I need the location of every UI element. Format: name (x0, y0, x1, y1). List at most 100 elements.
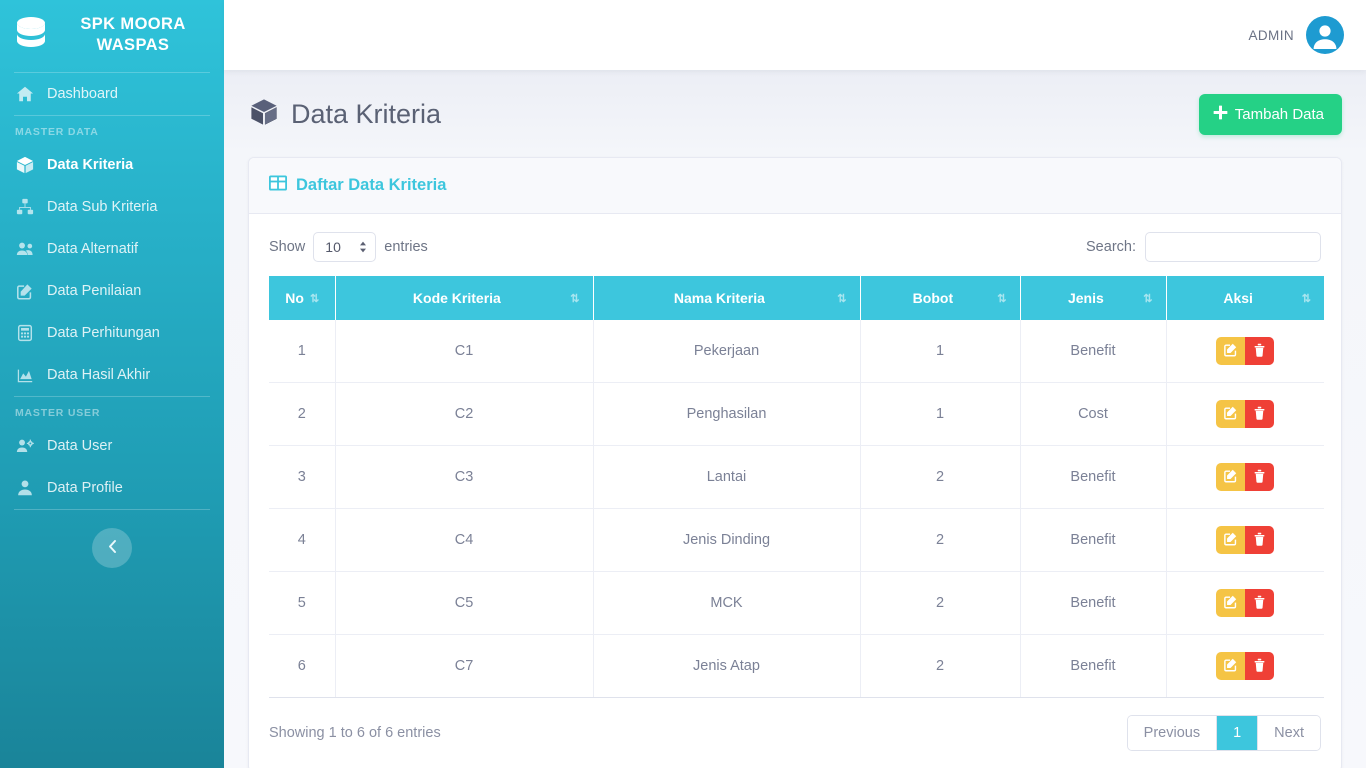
sidebar-item-data-profile[interactable]: Data Profile (0, 467, 224, 509)
sort-updown-icon: ⇅ (997, 292, 1006, 305)
users-icon (15, 239, 35, 259)
table-head: No ⇅ Kode Kriteria ⇅ Nama Kriteria ⇅ Bob… (269, 276, 1324, 320)
cell-no: 1 (269, 320, 336, 383)
sidebar-item-label: Data Kriteria (47, 157, 134, 174)
table-row: 1 C1 Pekerjaan 1 Benefit (269, 320, 1324, 383)
sidebar-item-label: Data Sub Kriteria (47, 199, 158, 216)
page-length-select[interactable]: 10 25 50 100 (313, 232, 377, 262)
cell-no: 5 (269, 571, 336, 635)
cell-bobot: 1 (860, 320, 1021, 383)
table-body: 1 C1 Pekerjaan 1 Benefit 2 C2 Penghasila… (269, 320, 1324, 698)
sitemap-icon (15, 197, 35, 217)
column-header-nama-kriteria[interactable]: Nama Kriteria ⇅ (593, 276, 861, 320)
sidebar-item-data-kriteria[interactable]: Data Kriteria (0, 144, 224, 186)
edit-button[interactable] (1216, 652, 1246, 680)
action-buttons (1216, 652, 1275, 680)
cell-aksi (1166, 320, 1324, 383)
sidebar-item-data-perhitungan[interactable]: Data Perhitungan (0, 312, 224, 354)
cell-no: 3 (269, 445, 336, 509)
cell-kode: C7 (335, 634, 594, 698)
pagination-previous[interactable]: Previous (1127, 716, 1218, 750)
edit-button[interactable] (1216, 463, 1246, 491)
delete-button[interactable] (1245, 526, 1275, 554)
card-body: Show 10 25 50 100 (249, 214, 1341, 768)
pagination-page-1[interactable]: 1 (1217, 716, 1259, 750)
delete-button[interactable] (1245, 652, 1275, 680)
sidebar-item-dashboard[interactable]: Dashboard (0, 73, 224, 115)
cell-bobot: 2 (860, 571, 1021, 635)
sidebar-item-data-user[interactable]: Data User (0, 425, 224, 467)
sort-updown-icon: ⇅ (837, 292, 846, 305)
delete-button[interactable] (1245, 589, 1275, 617)
sidebar-item-data-penilaian[interactable]: Data Penilaian (0, 270, 224, 312)
add-data-label: Tambah Data (1234, 106, 1324, 123)
sidebar-item-data-hasil-akhir[interactable]: Data Hasil Akhir (0, 354, 224, 396)
cell-jenis: Benefit (1020, 571, 1167, 635)
edit-button[interactable] (1216, 400, 1246, 428)
cell-nama: Jenis Dinding (593, 508, 861, 572)
cell-aksi (1166, 445, 1324, 509)
search-label: Search: (1086, 239, 1136, 255)
brand[interactable]: SPK MOORA WASPAS (0, 0, 224, 72)
topbar: ADMIN (224, 0, 1366, 70)
cell-jenis: Cost (1020, 382, 1167, 446)
column-label: Jenis (1067, 290, 1104, 306)
card-header-title: Daftar Data Kriteria (296, 176, 447, 194)
cell-kode: C5 (335, 571, 594, 635)
sort-updown-icon: ⇅ (1301, 292, 1311, 305)
column-header-no[interactable]: No ⇅ (269, 276, 336, 320)
sidebar-item-data-sub-kriteria[interactable]: Data Sub Kriteria (0, 186, 224, 228)
edit-pencil-icon (1223, 468, 1238, 486)
app-root: SPK MOORA WASPAS Dashboard MASTER DATA D… (0, 0, 1366, 768)
sidebar: SPK MOORA WASPAS Dashboard MASTER DATA D… (0, 0, 224, 768)
edit-button[interactable] (1216, 337, 1246, 365)
pagination: Previous 1 Next (1126, 715, 1321, 751)
sidebar-item-label: Data User (47, 438, 113, 455)
sidebar-item-label: Data Penilaian (47, 283, 142, 300)
pagination-next[interactable]: Next (1258, 716, 1320, 750)
cell-nama: MCK (593, 571, 861, 635)
cell-aksi (1166, 508, 1324, 572)
edit-pencil-icon (1223, 531, 1238, 549)
cell-kode: C1 (335, 320, 594, 383)
cell-bobot: 2 (860, 508, 1021, 572)
sidebar-item-data-alternatif[interactable]: Data Alternatif (0, 228, 224, 270)
column-header-aksi[interactable]: Aksi ⇅ (1166, 276, 1324, 320)
edit-pencil-icon (1223, 405, 1238, 423)
column-header-kode-kriteria[interactable]: Kode Kriteria ⇅ (335, 276, 594, 320)
avatar[interactable] (1306, 16, 1344, 54)
cell-nama: Pekerjaan (593, 320, 861, 383)
cell-bobot: 2 (860, 445, 1021, 509)
datatable-info: Showing 1 to 6 of 6 entries (269, 725, 441, 741)
edit-button[interactable] (1216, 589, 1246, 617)
sidebar-collapse-button[interactable] (92, 528, 132, 569)
edit-button[interactable] (1216, 526, 1246, 554)
column-label: Aksi (1223, 290, 1253, 306)
cell-jenis: Benefit (1020, 508, 1167, 572)
add-data-button[interactable]: Tambah Data (1198, 94, 1342, 135)
table-icon (269, 174, 287, 197)
edit-pencil-icon (1223, 342, 1238, 360)
search-input[interactable] (1145, 232, 1321, 262)
user-icon (15, 478, 35, 498)
delete-button[interactable] (1245, 463, 1275, 491)
database-icon (14, 16, 48, 54)
edit-pencil-icon (1223, 657, 1238, 675)
column-header-bobot[interactable]: Bobot ⇅ (860, 276, 1021, 320)
show-label: Show (269, 239, 306, 255)
delete-button[interactable] (1245, 400, 1275, 428)
table-header-row: No ⇅ Kode Kriteria ⇅ Nama Kriteria ⇅ Bob… (269, 276, 1324, 320)
trash-icon (1253, 406, 1266, 423)
datatable-length: Show 10 25 50 100 (269, 232, 428, 262)
sort-updown-icon: ⇅ (309, 292, 319, 305)
sort-updown-icon: ⇅ (570, 292, 579, 305)
table-row: 3 C3 Lantai 2 Benefit (269, 445, 1324, 509)
cell-kode: C3 (335, 445, 594, 509)
action-buttons (1216, 463, 1275, 491)
collapse-wrap (0, 510, 224, 569)
column-header-jenis[interactable]: Jenis ⇅ (1020, 276, 1167, 320)
table-row: 4 C4 Jenis Dinding 2 Benefit (269, 508, 1324, 572)
calculator-icon (15, 323, 35, 343)
cell-jenis: Benefit (1020, 445, 1167, 509)
delete-button[interactable] (1245, 337, 1275, 365)
